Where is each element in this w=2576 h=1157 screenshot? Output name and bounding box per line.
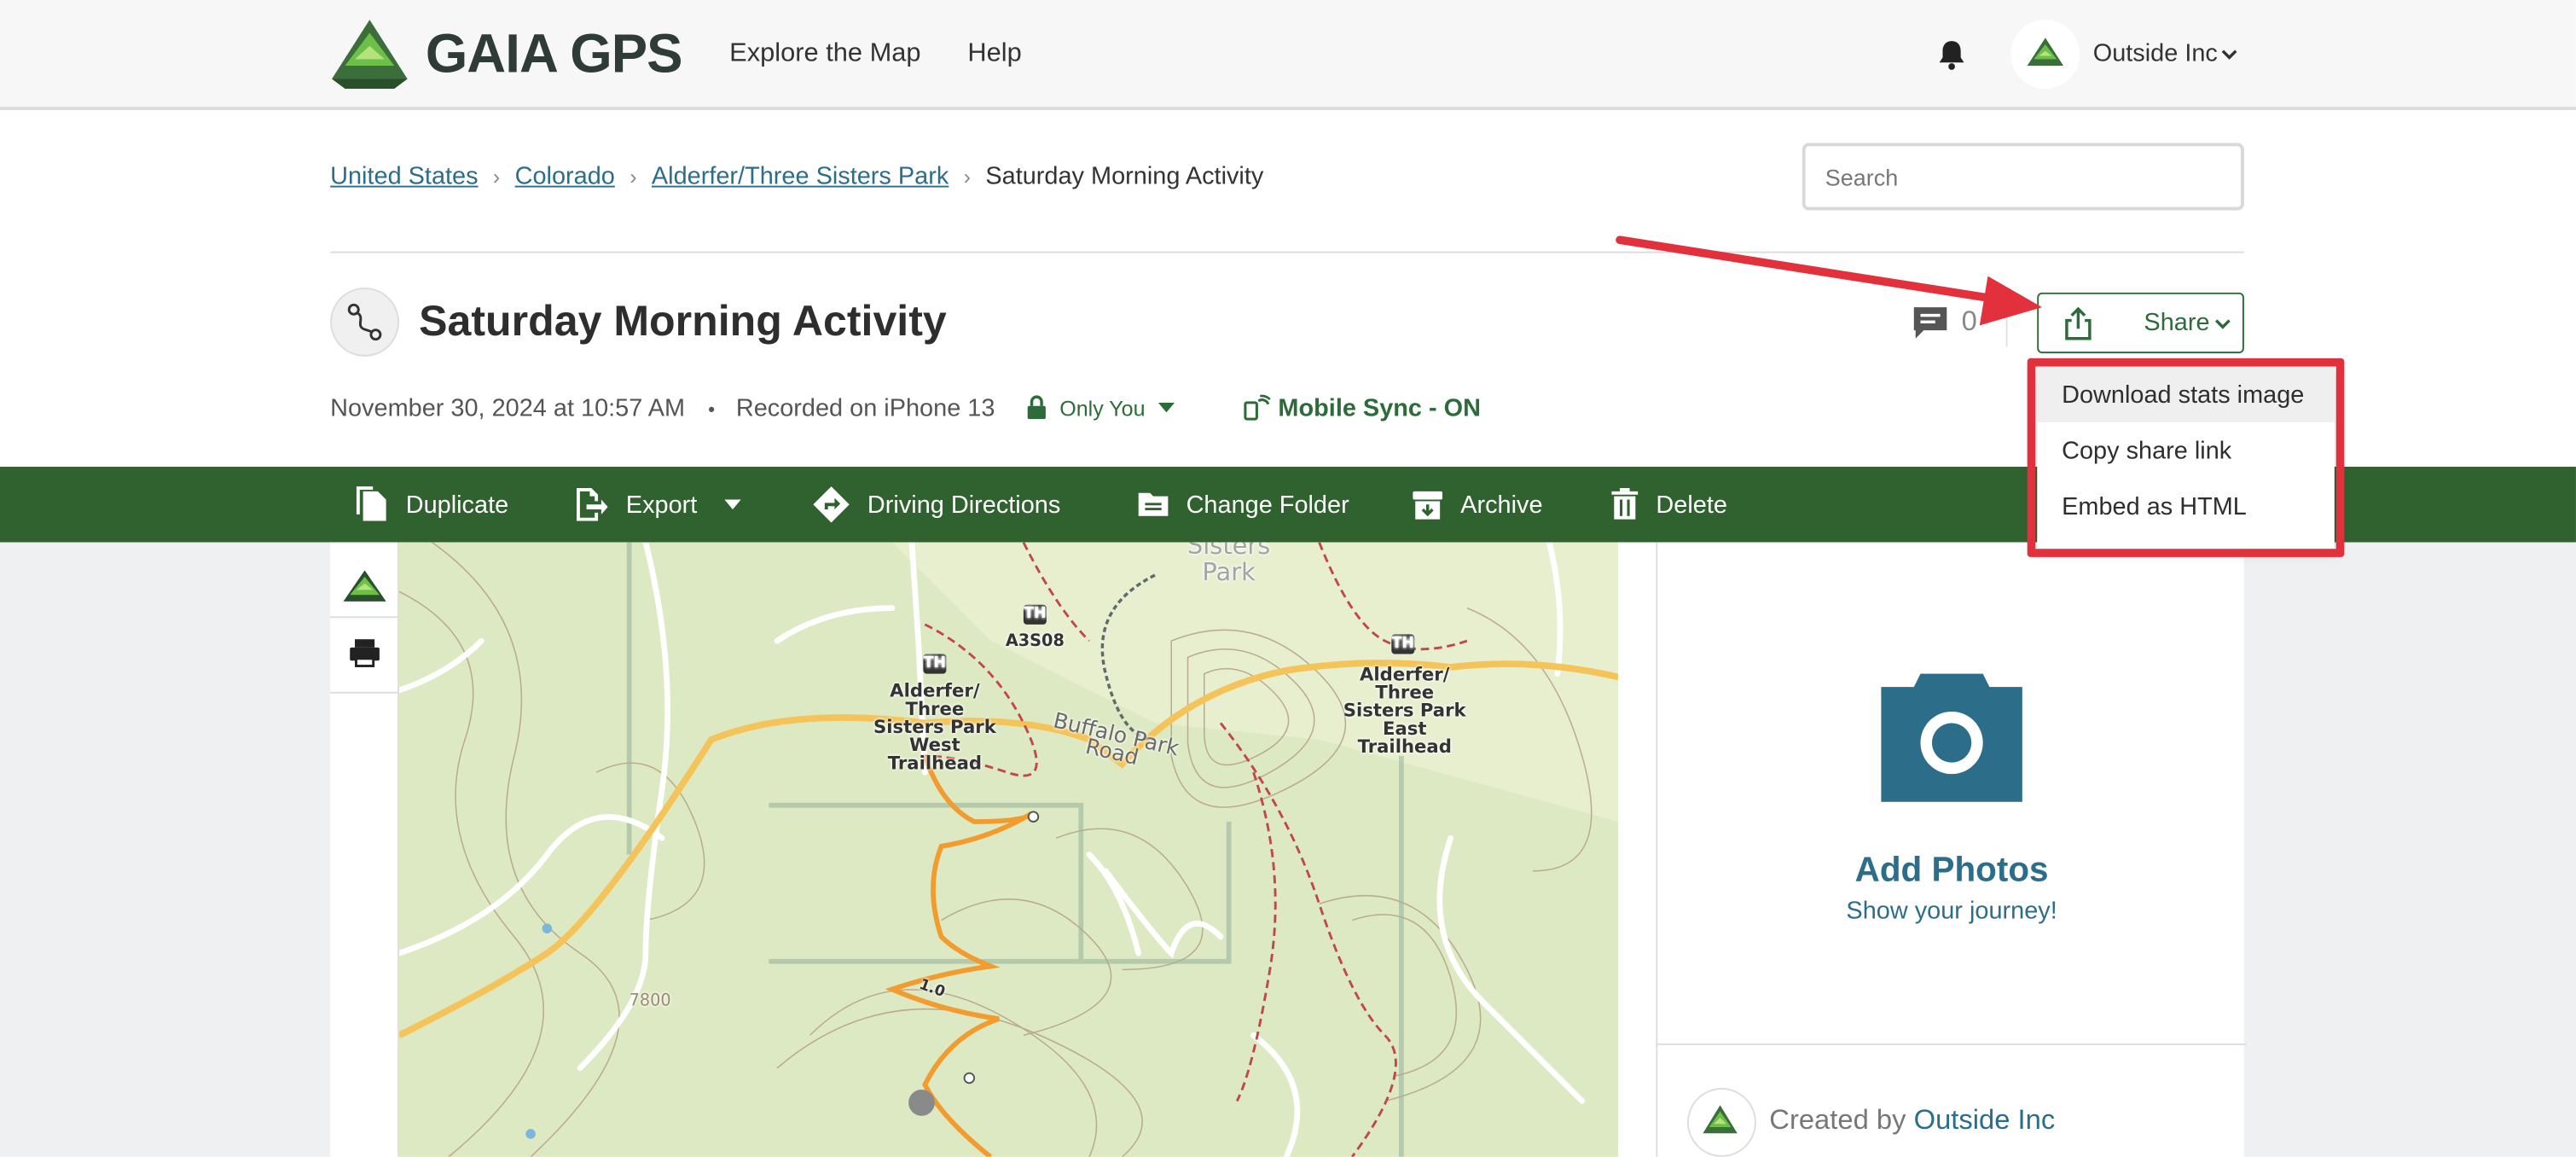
change-folder-button[interactable]: Change Folder	[1137, 467, 1349, 543]
export-caret-icon	[725, 499, 742, 510]
trash-icon	[1611, 488, 1639, 520]
breadcrumb-link-park[interactable]: Alderfer/Three Sisters Park	[652, 163, 949, 191]
archive-button[interactable]: Archive	[1411, 467, 1543, 543]
print-button[interactable]	[330, 618, 400, 694]
privacy-dropdown-caret-icon[interactable]	[1157, 402, 1175, 414]
brand-name[interactable]: GAIA GPS	[426, 23, 683, 85]
duplicate-label: Duplicate	[405, 490, 509, 519]
comment-count[interactable]: 0	[1962, 305, 1977, 339]
creator-link[interactable]: Outside Inc	[1914, 1104, 2056, 1136]
share-chevron-down-icon	[2214, 319, 2231, 329]
mobile-sync-icon	[1244, 394, 1271, 421]
export-label: Export	[625, 490, 698, 519]
archive-label: Archive	[1460, 490, 1543, 519]
nav-explore-map[interactable]: Explore the Map	[729, 39, 920, 69]
breadcrumb-separator: ›	[963, 164, 972, 189]
gaia-logo-icon[interactable]	[328, 16, 410, 92]
map-layers-icon	[343, 570, 386, 602]
folder-icon	[1138, 492, 1169, 516]
route-icon	[347, 303, 382, 341]
activity-type-icon	[330, 288, 400, 357]
creator-logo-icon	[1703, 1105, 1738, 1134]
map-label-east-trailhead: Alderfer/ Three Sisters Park East Trailh…	[1343, 664, 1466, 758]
map-label-th-east: TH	[1391, 636, 1414, 653]
driving-directions-button[interactable]: Driving Directions	[811, 467, 1060, 543]
lock-icon	[1027, 395, 1046, 420]
comments-icon[interactable]	[1911, 304, 1950, 340]
map-side-tools	[330, 542, 400, 1157]
breadcrumb-current: Saturday Morning Activity	[985, 162, 1264, 191]
delete-button[interactable]: Delete	[1610, 467, 1727, 543]
card-divider	[1657, 1044, 2246, 1045]
user-avatar[interactable]	[2010, 20, 2080, 90]
breadcrumb-link-colorado[interactable]: Colorado	[515, 163, 615, 191]
page-title: Saturday Morning Activity	[419, 295, 947, 346]
export-icon	[577, 488, 608, 521]
user-menu-chevron-down-icon[interactable]	[2219, 44, 2239, 64]
map-label-west-trailhead: Alderfer/ Three Sisters Park West Trailh…	[873, 680, 996, 775]
search-input[interactable]	[1801, 142, 2244, 211]
top-navbar: GAIA GPS Explore the Map Help Outside In…	[0, 0, 2576, 111]
user-menu-name[interactable]: Outside Inc	[2093, 39, 2218, 67]
camera-icon[interactable]	[1881, 671, 2022, 802]
photos-card: Add Photos Show your journey! Created by…	[1656, 542, 2246, 1157]
share-button[interactable]: Share	[2037, 292, 2244, 354]
notification-bell-icon[interactable]	[1935, 38, 1969, 71]
privacy-select[interactable]: Only You	[1059, 396, 1145, 421]
map-label-th: TH	[1024, 606, 1047, 623]
driving-directions-label: Driving Directions	[867, 490, 1061, 519]
activity-date: November 30, 2024 at 10:57 AM	[330, 394, 686, 422]
add-photos-title[interactable]: Add Photos	[1657, 852, 2246, 891]
created-by-label: Created by	[1769, 1104, 1906, 1136]
nav-help[interactable]: Help	[967, 39, 1021, 69]
header-divider	[330, 251, 2244, 253]
map-label-a3s08: A3S08	[1005, 632, 1065, 651]
map-layers-button[interactable]	[330, 543, 400, 619]
print-icon	[350, 639, 380, 667]
share-icon	[2065, 306, 2092, 340]
breadcrumb-link-united-states[interactable]: United States	[330, 163, 478, 191]
recorded-device: Recorded on iPhone 13	[735, 394, 995, 422]
breadcrumb-separator: ›	[492, 164, 501, 189]
map-label-th-west: TH	[923, 655, 947, 672]
export-button[interactable]: Export	[573, 467, 759, 543]
annotation-highlight-box	[2027, 358, 2345, 557]
duplicate-icon	[356, 486, 386, 521]
map-label-contour: 7800	[629, 992, 671, 1011]
add-photos-subtitle: Show your journey!	[1846, 897, 2057, 926]
user-avatar-logo-icon	[2027, 38, 2064, 67]
created-by-line: Created by Outside Inc	[1769, 1104, 2055, 1137]
map-view[interactable]: Sisters Park TH A3S08 TH Alderfer/ Three…	[399, 542, 1619, 1157]
duplicate-button[interactable]: Duplicate	[353, 467, 508, 543]
title-divider	[2005, 300, 2008, 347]
directions-icon	[813, 486, 850, 523]
archive-icon	[1413, 491, 1443, 520]
change-folder-label: Change Folder	[1186, 490, 1349, 519]
map-label-park: Sisters Park	[1186, 542, 1271, 587]
breadcrumb: United States › Colorado › Alderfer/Thre…	[330, 163, 1263, 191]
delete-label: Delete	[1656, 490, 1727, 519]
creator-avatar[interactable]	[1687, 1088, 1756, 1157]
mobile-sync-status[interactable]: Mobile Sync - ON	[1278, 394, 1481, 422]
app-root: GAIA GPS Explore the Map Help Outside In…	[0, 0, 2576, 1157]
breadcrumb-separator: ›	[629, 164, 637, 189]
share-button-label: Share	[2144, 309, 2210, 337]
meta-dot: •	[708, 398, 716, 422]
